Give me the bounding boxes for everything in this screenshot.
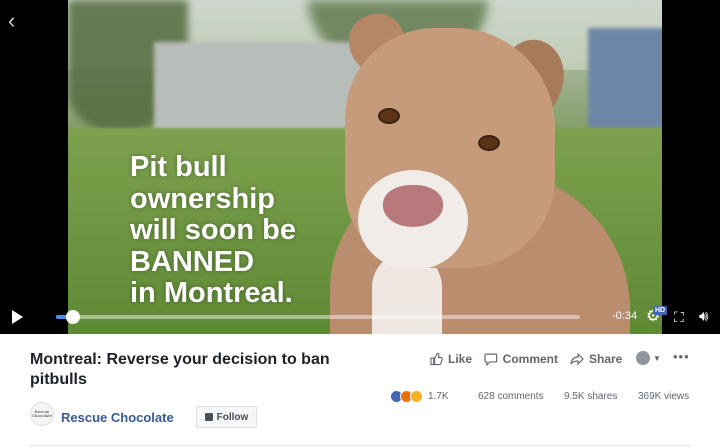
reactions[interactable]: 1.7K xyxy=(390,389,458,403)
comment-label: Comment xyxy=(502,352,558,366)
like-button[interactable]: Like xyxy=(430,352,472,366)
hd-badge: HD xyxy=(653,306,668,315)
share-button[interactable]: Share xyxy=(570,352,626,366)
follow-label: Follow xyxy=(216,411,249,423)
share-label: Share xyxy=(589,352,623,366)
video-player[interactable]: Pit bull ownership will soon be BANNED i… xyxy=(0,0,720,334)
avatar-text: Rescue Chocolate xyxy=(31,409,53,418)
dog-nose xyxy=(383,185,443,227)
post-title[interactable]: Montreal: Reverse your decision to ban p… xyxy=(30,350,360,390)
video-post: Pit bull ownership will soon be BANNED i… xyxy=(0,0,720,447)
scene-house xyxy=(588,28,662,128)
volume-icon[interactable]: 🔊︎ xyxy=(699,308,708,325)
like-label: Like xyxy=(447,352,472,366)
video-headline: Pit bull ownership will soon be BANNED i… xyxy=(130,151,296,309)
fullscreen-icon[interactable]: ⛶ xyxy=(674,309,684,326)
views-count: 369K views xyxy=(638,390,690,402)
shares-count[interactable]: 9.5K shares xyxy=(564,391,634,402)
dog-eye xyxy=(378,108,400,124)
reactions-count: 1.7K xyxy=(428,390,449,402)
comments-count[interactable]: 628 comments xyxy=(478,391,558,402)
time-remaining: -0:34 xyxy=(612,310,638,322)
back-arrow-icon[interactable]: ‹ xyxy=(8,10,24,34)
share-icon xyxy=(570,352,584,366)
progress-bar[interactable] xyxy=(56,315,580,319)
more-options-button[interactable]: ••• xyxy=(673,349,690,364)
like-icon xyxy=(430,352,443,366)
audience-selector[interactable]: ▼ xyxy=(636,351,661,365)
follow-button[interactable]: Follow xyxy=(196,406,257,428)
post-actions: Like Comment Share xyxy=(430,350,638,368)
comment-icon xyxy=(484,353,498,366)
progress-knob[interactable] xyxy=(66,310,80,324)
play-icon[interactable] xyxy=(12,310,23,324)
sad-reaction-icon xyxy=(410,389,423,403)
avatar[interactable]: Rescue Chocolate xyxy=(30,402,54,426)
globe-icon xyxy=(636,351,650,365)
post-stats: 1.7K 628 comments 9.5K shares 369K views xyxy=(390,388,689,404)
dog-eye xyxy=(478,135,500,151)
video-controls: -0:34 ⚙ HD ⛶ 🔊︎ xyxy=(0,302,720,334)
follow-icon xyxy=(204,413,213,421)
chevron-down-icon: ▼ xyxy=(653,353,661,363)
divider xyxy=(30,445,690,446)
comment-button[interactable]: Comment xyxy=(484,352,558,366)
page-name-link[interactable]: Rescue Chocolate xyxy=(61,410,174,425)
